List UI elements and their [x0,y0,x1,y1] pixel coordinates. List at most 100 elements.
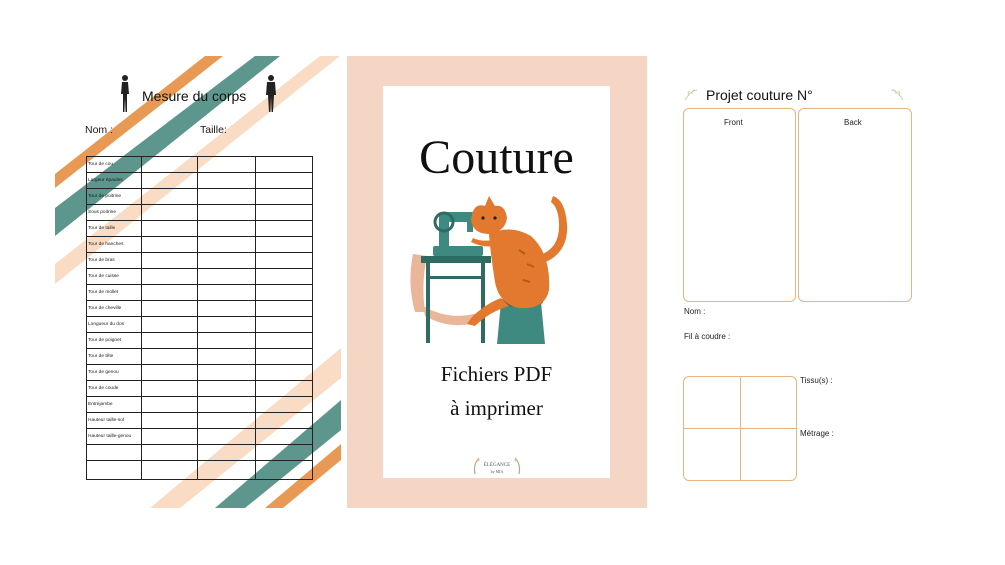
cell[interactable] [197,380,256,397]
cell[interactable] [197,284,256,301]
table-row: Tour de hanches [86,236,313,253]
back-sketch-box[interactable] [798,108,912,302]
cell[interactable] [197,252,256,269]
row-label: Tour de hanches [86,236,142,253]
cell[interactable] [255,172,313,189]
cell[interactable] [255,364,313,381]
cell[interactable] [141,268,198,285]
cell[interactable] [255,188,313,205]
cell[interactable] [141,172,198,189]
cell[interactable] [197,316,256,333]
cell[interactable] [141,428,198,445]
cell[interactable] [141,380,198,397]
table-row: Largeur épaules [86,172,313,189]
cell[interactable] [197,460,256,480]
cell[interactable] [197,204,256,221]
cell[interactable] [141,204,198,221]
cell[interactable] [255,380,313,397]
cell[interactable] [255,412,313,429]
cell[interactable] [255,348,313,365]
cell[interactable] [255,300,313,317]
cell[interactable] [197,172,256,189]
table-row: Tour de taille [86,220,313,237]
sewing-project-page: Projet couture N° Front Back Nom : Fil à… [680,80,920,500]
cell[interactable] [197,268,256,285]
cell[interactable] [141,332,198,349]
leaf-ornament-icon [890,89,904,101]
cell[interactable] [197,236,256,253]
cell[interactable] [141,284,198,301]
cell[interactable] [197,428,256,445]
cell[interactable] [141,236,198,253]
cell[interactable] [197,348,256,365]
cell[interactable] [255,460,313,480]
cell[interactable] [197,156,256,173]
cell[interactable] [141,252,198,269]
row-label: Hauteur taille-sol [86,412,142,429]
cell[interactable] [255,236,313,253]
cell[interactable] [197,364,256,381]
cell[interactable] [141,156,198,173]
row-label [86,460,142,480]
row-label: Sous poitrine [86,204,142,221]
cell[interactable] [197,396,256,413]
cell[interactable] [255,332,313,349]
cell[interactable] [141,348,198,365]
cover-title: Couture [419,131,574,184]
row-label: Entrejambe [86,396,142,413]
row-label: Tour de poignet [86,332,142,349]
cell[interactable] [255,252,313,269]
male-silhouette-icon [266,75,276,112]
cell[interactable] [197,412,256,429]
cell[interactable] [255,428,313,445]
row-label: Tour de taille [86,220,142,237]
cover-page: Couture Fichiers PDF à imprimer ÉLÉGANCE… [347,56,647,508]
cell[interactable] [197,300,256,317]
cell[interactable] [255,444,313,461]
table-row [86,444,313,461]
cell[interactable] [141,396,198,413]
row-label: Longueur du dos [86,316,142,333]
cell[interactable] [197,332,256,349]
table-row: Tour de poignet [86,332,313,349]
size-label: Taille: [200,124,227,136]
cover-subtitle-line2: à imprimer [450,396,543,420]
row-label: Tour de mollet [86,284,142,301]
cell[interactable] [255,316,313,333]
cover-subtitle-line1: Fichiers PDF [440,362,553,386]
logo-text-top: ÉLÉGANCE [484,462,510,468]
cell[interactable] [141,300,198,317]
fabric-label: Tissu(s) : [800,376,833,385]
cell[interactable] [197,444,256,461]
cell[interactable] [255,220,313,237]
body-measurements-page: Mesure du corps Nom : Taille: Tour de co… [55,56,341,508]
cell[interactable] [141,188,198,205]
table-row: Hauteur taille-genou [86,428,313,445]
cell[interactable] [197,220,256,237]
row-label: Tour de cuisse [86,268,142,285]
table-row: Tour de coude [86,380,313,397]
front-sketch-box[interactable] [683,108,796,302]
name-label: Nom : [684,307,706,316]
cell[interactable] [141,364,198,381]
table-row: Tour de bras [86,252,313,269]
cell[interactable] [141,220,198,237]
row-label: Tour de cou [86,156,142,173]
cell[interactable] [141,444,198,461]
row-label: Tour de poitrine [86,188,142,205]
fabric-swatch-grid[interactable] [683,376,797,481]
cell[interactable] [255,268,313,285]
row-label: Hauteur taille-genou [86,428,142,445]
cell[interactable] [197,188,256,205]
table-row: Tour de cou [86,156,313,173]
table-row: Hauteur taille-sol [86,412,313,429]
cell[interactable] [255,396,313,413]
cell[interactable] [255,204,313,221]
cell[interactable] [141,460,198,480]
row-label: Tour de genou [86,364,142,381]
cell[interactable] [141,316,198,333]
cell[interactable] [255,156,313,173]
table-row: Tour de tête [86,348,313,365]
cell[interactable] [141,412,198,429]
cell[interactable] [255,284,313,301]
